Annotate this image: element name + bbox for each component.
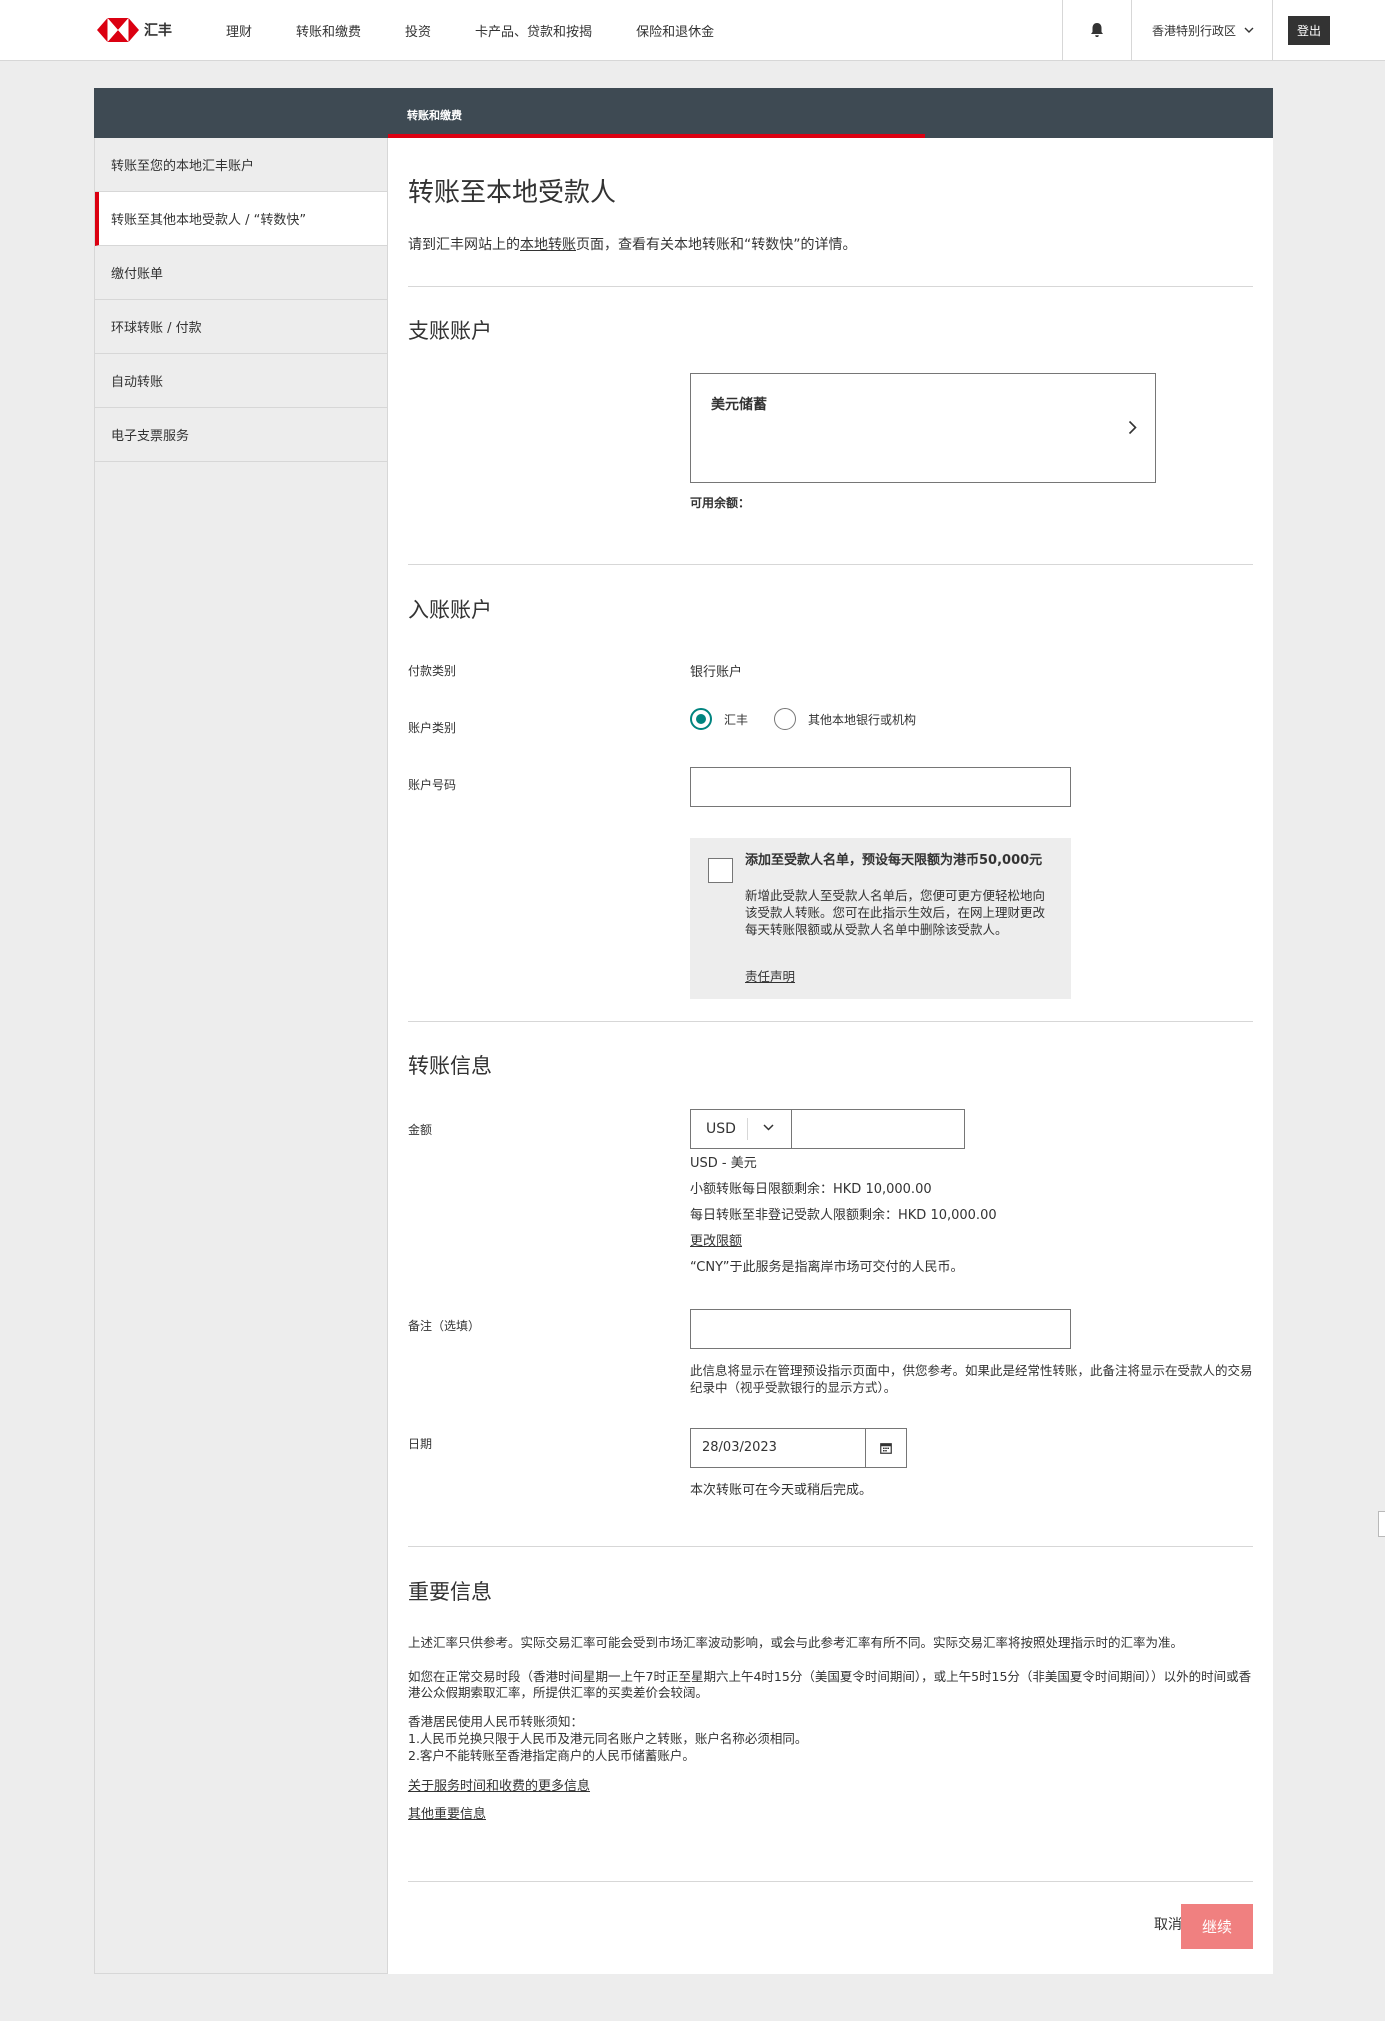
sidebar-item-auto-transfer[interactable]: 自动转账 — [95, 354, 387, 408]
to-account-title: 入账账户 — [408, 598, 492, 622]
rmb-notice-1: 1.人民币兑换只限于人民币及港元同名账户之转账，账户名称必须相同。 — [408, 1731, 808, 1746]
currency-description: USD - 美元 — [690, 1156, 757, 1171]
from-account-name: 美元储蓄 — [711, 397, 767, 413]
sidebar-item-local-payee[interactable]: 转账至其他本地受款人 / “转数快” — [95, 192, 387, 246]
local-transfer-link[interactable]: 本地转账 — [520, 237, 576, 253]
page-header-title: 转账和缴费 — [407, 109, 462, 122]
disclaimer-link[interactable]: 责任声明 — [745, 966, 795, 985]
region-selector[interactable]: 香港特别行政区 — [1132, 0, 1273, 60]
sidebar-item-e-cheque[interactable]: 电子支票服务 — [95, 408, 387, 462]
service-hours-fees-link[interactable]: 关于服务时间和收费的更多信息 — [408, 1775, 590, 1794]
amount-input[interactable] — [792, 1109, 965, 1149]
memo-input[interactable] — [690, 1309, 1071, 1349]
amount-info: USD - 美元 小额转账每日限额剩余：HKD 10,000.00 每日转账至非… — [690, 1152, 1250, 1282]
calendar-icon — [880, 1443, 892, 1454]
feedback-tab[interactable] — [1378, 1511, 1385, 1537]
logout-wrap: 登出 — [1273, 0, 1385, 60]
amount-col: USD — [690, 1109, 965, 1149]
radio-hsbc-label: 汇丰 — [724, 712, 749, 727]
from-account-col: 美元储蓄 — [690, 373, 1156, 483]
account-type-radio-group: 汇丰 其他本地银行或机构 — [690, 708, 942, 730]
account-number-input[interactable] — [690, 767, 1071, 807]
sidebar-item-pay-bills[interactable]: 缴付账单 — [95, 246, 387, 300]
radio-other-bank-label: 其他本地银行或机构 — [808, 712, 917, 727]
payment-type-value: 银行账户 — [690, 665, 743, 680]
divider — [408, 1546, 1253, 1547]
sidebar: 转账至您的本地汇丰账户 转账至其他本地受款人 / “转数快” 缴付账单 环球转账… — [94, 138, 388, 1974]
divider — [408, 564, 1253, 565]
page-title: 转账至本地受款人 — [408, 178, 617, 208]
from-account-title: 支账账户 — [408, 319, 492, 343]
nav-item-transfers[interactable]: 转账和缴费 — [296, 21, 361, 40]
change-limit-link[interactable]: 更改限额 — [690, 1230, 742, 1249]
nav-item-wealth[interactable]: 理财 — [226, 21, 252, 40]
memo-note: 此信息将显示在管理预设指示页面中，供您参考。如果此是经常性转账，此备注将显示在受… — [690, 1363, 1253, 1395]
currency-select[interactable]: USD — [690, 1109, 792, 1149]
chevron-down-icon — [1244, 27, 1254, 33]
logo-text: 汇丰 — [144, 23, 172, 39]
payment-type-label: 付款类别 — [408, 664, 457, 678]
date-field: 28/03/2023 — [690, 1428, 907, 1468]
unregistered-limit-remaining: 每日转账至非登记受款人限额剩余：HKD 10,000.00 — [690, 1208, 997, 1223]
calendar-button[interactable] — [866, 1429, 906, 1467]
add-payee-title: 添加至受款人名单，预设每天限额为港币50,000元 — [745, 853, 1043, 868]
intro-text: 请到汇丰网站上的本地转账页面，查看有关本地转账和“转数快”的详情。 — [408, 234, 857, 254]
account-number-label: 账户号码 — [408, 778, 457, 792]
date-input[interactable]: 28/03/2023 — [691, 1429, 866, 1467]
continue-button[interactable]: 继续 — [1181, 1904, 1253, 1949]
intro-after: 页面，查看有关本地转账和“转数快”的详情。 — [576, 237, 857, 253]
date-note: 本次转账可在今天或稍后完成。 — [690, 1483, 873, 1498]
important-info-title: 重要信息 — [408, 1580, 492, 1604]
date-label: 日期 — [408, 1437, 433, 1451]
add-payee-checkbox[interactable] — [708, 858, 733, 883]
available-balance-label: 可用余额： — [690, 496, 751, 510]
transfer-details-title: 转账信息 — [408, 1054, 492, 1078]
hsbc-logo[interactable]: 汇丰 — [97, 18, 172, 42]
other-important-info-link[interactable]: 其他重要信息 — [408, 1803, 486, 1822]
radio-hsbc[interactable] — [690, 708, 712, 730]
intro-before: 请到汇丰网站上的 — [408, 237, 520, 253]
divider — [408, 286, 1253, 287]
chevron-right-icon — [1128, 420, 1137, 435]
notifications-button[interactable] — [1061, 0, 1132, 60]
top-navigation-bar: 汇丰 理财 转账和缴费 投资 卡产品、贷款和按揭 保险和退休金 香港特别行政区 … — [0, 0, 1385, 61]
logout-button[interactable]: 登出 — [1288, 15, 1331, 45]
important-para-1: 上述汇率只供参考。实际交易汇率可能会受到市场汇率波动影响，或会与此参考汇率有所不… — [408, 1635, 1184, 1650]
important-para-2: 如您在正常交易时段（香港时间星期一上午7时正至星期六上午4时15分（美国夏令时间… — [408, 1669, 1252, 1700]
sidebar-item-own-account[interactable]: 转账至您的本地汇丰账户 — [95, 138, 387, 192]
divider — [408, 1881, 1253, 1882]
sidebar-item-global-transfer[interactable]: 环球转账 / 付款 — [95, 300, 387, 354]
bell-icon — [1090, 23, 1103, 37]
cancel-button[interactable]: 取消 — [1154, 1914, 1182, 1934]
currency-value: USD — [706, 1121, 736, 1137]
nav-item-insurance[interactable]: 保险和退休金 — [636, 21, 714, 40]
region-label: 香港特别行政区 — [1151, 23, 1236, 38]
chevron-down-icon — [763, 1124, 774, 1131]
rmb-notice-2: 2.客户不能转账至香港指定商户的人民币储蓄账户。 — [408, 1748, 695, 1763]
account-number-col — [690, 767, 1071, 807]
topbar-right: 香港特别行政区 登出 — [1061, 0, 1385, 60]
cny-note: “CNY”于此服务是指离岸市场可交付的人民币。 — [690, 1260, 964, 1275]
from-account-card[interactable]: 美元储蓄 — [690, 373, 1156, 483]
main-nav: 理财 转账和缴费 投资 卡产品、贷款和按揭 保险和退休金 — [226, 0, 758, 60]
currency-separator — [747, 1118, 748, 1140]
add-payee-col: 添加至受款人名单，预设每天限额为港币50,000元 新增此受款人至受款人名单后，… — [690, 838, 1071, 999]
rmb-notice-title: 香港居民使用人民币转账须知： — [408, 1714, 584, 1729]
main-content: 转账至本地受款人 请到汇丰网站上的本地转账页面，查看有关本地转账和“转数快”的详… — [388, 138, 1273, 1974]
date-col: 28/03/2023 — [690, 1428, 907, 1468]
hsbc-hexagon-icon — [97, 18, 139, 42]
small-limit-remaining: 小额转账每日限额剩余：HKD 10,000.00 — [690, 1182, 932, 1197]
account-type-label: 账户类别 — [408, 721, 457, 735]
amount-row: USD — [690, 1109, 965, 1149]
divider — [408, 1021, 1253, 1022]
page-header: 转账和缴费 — [94, 88, 1273, 138]
memo-label: 备注（选填） — [408, 1319, 481, 1333]
add-payee-box: 添加至受款人名单，预设每天限额为港币50,000元 新增此受款人至受款人名单后，… — [690, 838, 1071, 999]
nav-item-cards-loans[interactable]: 卡产品、贷款和按揭 — [475, 21, 592, 40]
memo-col — [690, 1309, 1071, 1349]
add-payee-description: 新增此受款人至受款人名单后，您便可更方便轻松地向该受款人转账。您可在此指示生效后… — [745, 888, 1046, 937]
nav-item-invest[interactable]: 投资 — [405, 21, 431, 40]
amount-label: 金额 — [408, 1123, 433, 1137]
radio-other-bank[interactable] — [774, 708, 797, 730]
